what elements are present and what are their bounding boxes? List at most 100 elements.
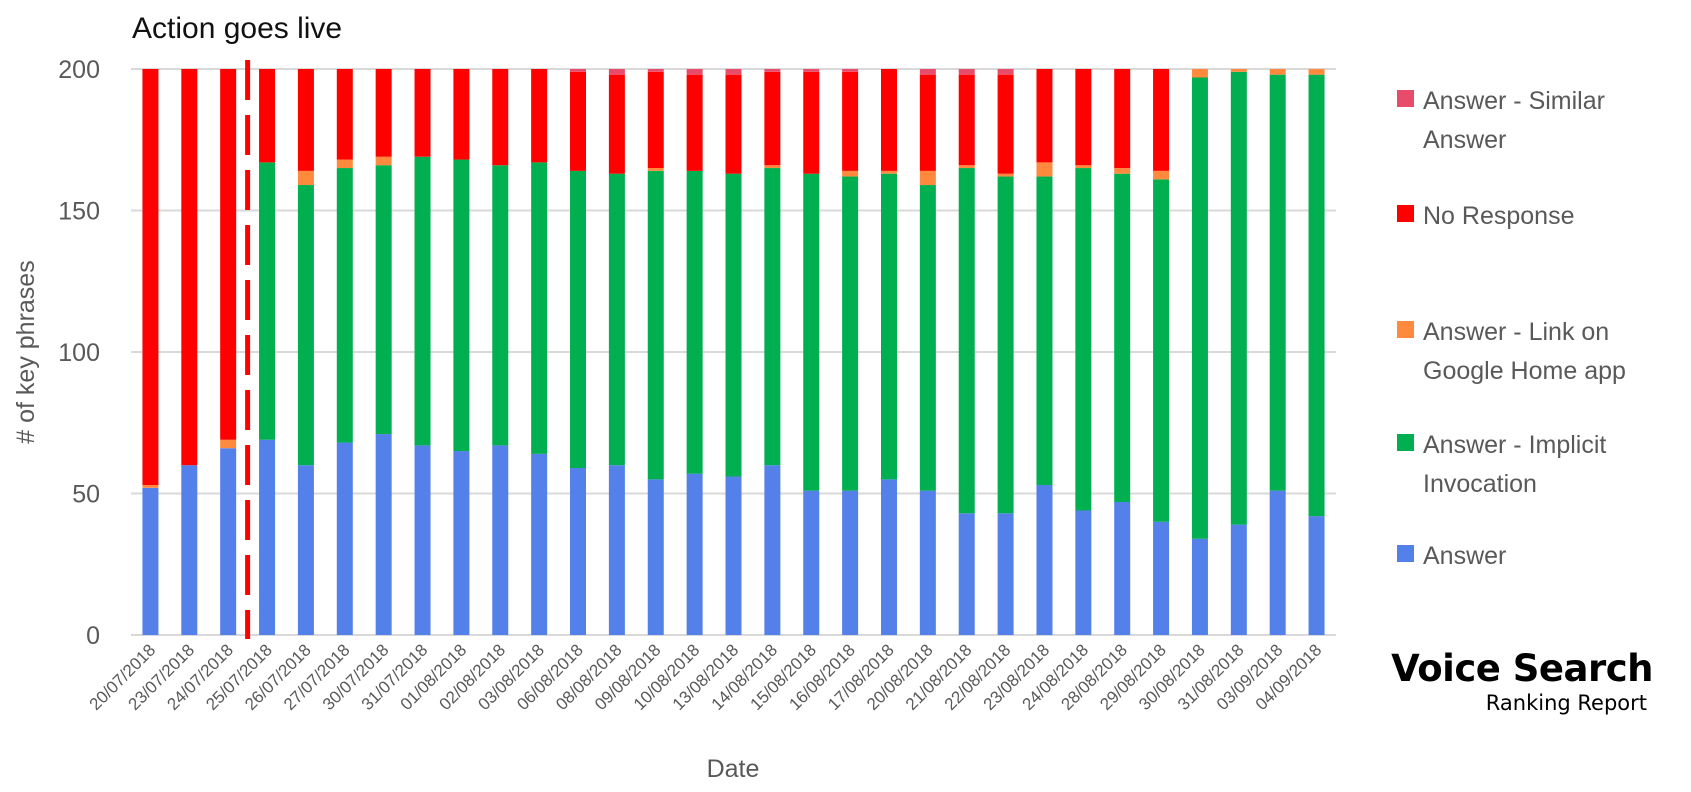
bar-segment-no-response xyxy=(181,69,198,466)
bar-segment-answer xyxy=(997,513,1014,635)
bar-stack xyxy=(297,69,314,635)
bar-segment-answer-implicit-invocation xyxy=(453,159,470,452)
bar-segment-answer-link-on-google-home-app xyxy=(1269,69,1286,75)
bar-segment-answer xyxy=(1269,490,1286,635)
bar-segment-no-response xyxy=(531,69,548,163)
bar-stack xyxy=(259,69,276,635)
bar-segment-no-response xyxy=(686,74,703,171)
bar-segment-answer xyxy=(1036,485,1053,635)
bar-stack xyxy=(1114,69,1131,635)
legend-swatch xyxy=(1397,321,1414,338)
bar-segment-answer-link-on-google-home-app xyxy=(1075,165,1092,169)
bar-segment-answer-link-on-google-home-app xyxy=(1153,170,1170,180)
bar-segment-answer xyxy=(375,434,392,635)
bar-segment-no-response xyxy=(259,69,276,163)
bar-segment-answer-implicit-invocation xyxy=(842,176,859,491)
bar-stack xyxy=(803,69,820,635)
bar-stack xyxy=(608,69,625,635)
bar-segment-answer-implicit-invocation xyxy=(1153,179,1170,522)
bar-segment-no-response xyxy=(608,74,625,174)
bar-segment-answer-implicit-invocation xyxy=(764,168,781,466)
bar-stack xyxy=(181,69,198,635)
bar-segment-answer xyxy=(1308,516,1325,635)
bar-segment-answer-similar-answer xyxy=(803,69,820,72)
bar-stack xyxy=(531,69,548,635)
bar-segment-answer-link-on-google-home-app xyxy=(958,165,975,169)
bar-segment-no-response xyxy=(142,69,159,486)
bar-segment-answer xyxy=(803,490,820,635)
bar-segment-answer-link-on-google-home-app xyxy=(1230,69,1247,72)
bar-segment-answer xyxy=(142,487,159,635)
bar-stack xyxy=(1075,69,1092,635)
bar-segment-answer-implicit-invocation xyxy=(1230,71,1247,525)
bar-segment-answer-similar-answer xyxy=(764,69,781,72)
bar-stack xyxy=(220,69,237,635)
chart-title: Action goes live xyxy=(132,12,342,45)
y-tick-label: 100 xyxy=(58,339,100,367)
bar-segment-answer-link-on-google-home-app xyxy=(647,168,664,171)
bar-stack xyxy=(570,69,587,635)
bar-segment-answer xyxy=(958,513,975,635)
legend-swatch xyxy=(1397,90,1414,107)
bar-segment-answer-implicit-invocation xyxy=(375,165,392,435)
bar-segment-answer-implicit-invocation xyxy=(492,165,509,446)
bar-segment-answer xyxy=(181,465,198,635)
bar-segment-no-response xyxy=(1036,69,1053,163)
bar-segment-answer-implicit-invocation xyxy=(1269,74,1286,491)
bar-segment-answer-implicit-invocation xyxy=(958,168,975,514)
bar-stack xyxy=(453,69,470,635)
bar-stack xyxy=(1153,69,1170,635)
bar-segment-answer-similar-answer xyxy=(842,69,859,72)
bar-stack xyxy=(1269,69,1286,635)
bar-segment-answer xyxy=(570,468,587,635)
legend-swatch xyxy=(1397,545,1414,562)
bar-stack xyxy=(997,69,1014,635)
bar-segment-answer-similar-answer xyxy=(686,69,703,75)
bar-segment-answer xyxy=(764,465,781,635)
bar-segment-no-response xyxy=(375,69,392,157)
bar-segment-answer xyxy=(1191,538,1208,635)
bar-stack xyxy=(336,69,353,635)
bar-segment-answer xyxy=(1230,524,1247,635)
bar-stack xyxy=(1191,69,1208,635)
legend-item-answer: Answer xyxy=(1397,537,1673,576)
legend-item-link-google-home: Answer - Link on Google Home app xyxy=(1397,313,1673,391)
bar-segment-answer-similar-answer xyxy=(958,69,975,75)
legend-item-implicit-invocation: Answer - Implicit Invocation xyxy=(1397,426,1673,504)
bar-segment-answer xyxy=(531,453,548,635)
bar-segment-answer-implicit-invocation xyxy=(1191,77,1208,539)
legend-label: Answer - Similar Answer xyxy=(1423,87,1605,154)
bar-segment-answer xyxy=(842,490,859,635)
bar-stack xyxy=(647,69,664,635)
bar-segment-answer-implicit-invocation xyxy=(531,162,548,454)
bar-stack xyxy=(919,69,936,635)
bar-segment-answer-link-on-google-home-app xyxy=(919,170,936,186)
bar-segment-answer-implicit-invocation xyxy=(919,185,936,491)
bar-segment-no-response xyxy=(1075,69,1092,166)
bar-segment-no-response xyxy=(453,69,470,160)
logo-title: Voice Search xyxy=(1391,647,1653,690)
bar-stack xyxy=(958,69,975,635)
bar-segment-answer-implicit-invocation xyxy=(414,156,431,446)
bar-segment-answer xyxy=(608,465,625,635)
bar-segment-answer-implicit-invocation xyxy=(997,176,1014,514)
bar-segment-answer xyxy=(1075,510,1092,635)
bar-segment-no-response xyxy=(297,69,314,171)
bar-segment-answer xyxy=(492,445,509,635)
bar-segment-no-response xyxy=(647,71,664,169)
bar-segment-answer-implicit-invocation xyxy=(1114,173,1131,502)
bar-segment-answer-implicit-invocation xyxy=(725,173,742,477)
bar-segment-answer-link-on-google-home-app xyxy=(842,170,859,177)
bar-segment-no-response xyxy=(880,69,897,171)
bar-segment-answer-implicit-invocation xyxy=(570,170,587,469)
bar-segment-answer-link-on-google-home-app xyxy=(764,165,781,169)
bar-segment-answer-link-on-google-home-app xyxy=(880,170,897,174)
voice-search-logo: Voice Search Ranking Report xyxy=(1363,648,1653,716)
bar-segment-answer-implicit-invocation xyxy=(647,170,664,480)
bar-stack xyxy=(764,69,781,635)
legend-swatch xyxy=(1397,205,1414,222)
bar-segment-answer xyxy=(686,473,703,635)
bar-segment-answer-implicit-invocation xyxy=(608,173,625,466)
bar-segment-answer xyxy=(1153,521,1170,635)
x-tick-labels: 20/07/201823/07/201824/07/201825/07/2018… xyxy=(86,640,1326,714)
